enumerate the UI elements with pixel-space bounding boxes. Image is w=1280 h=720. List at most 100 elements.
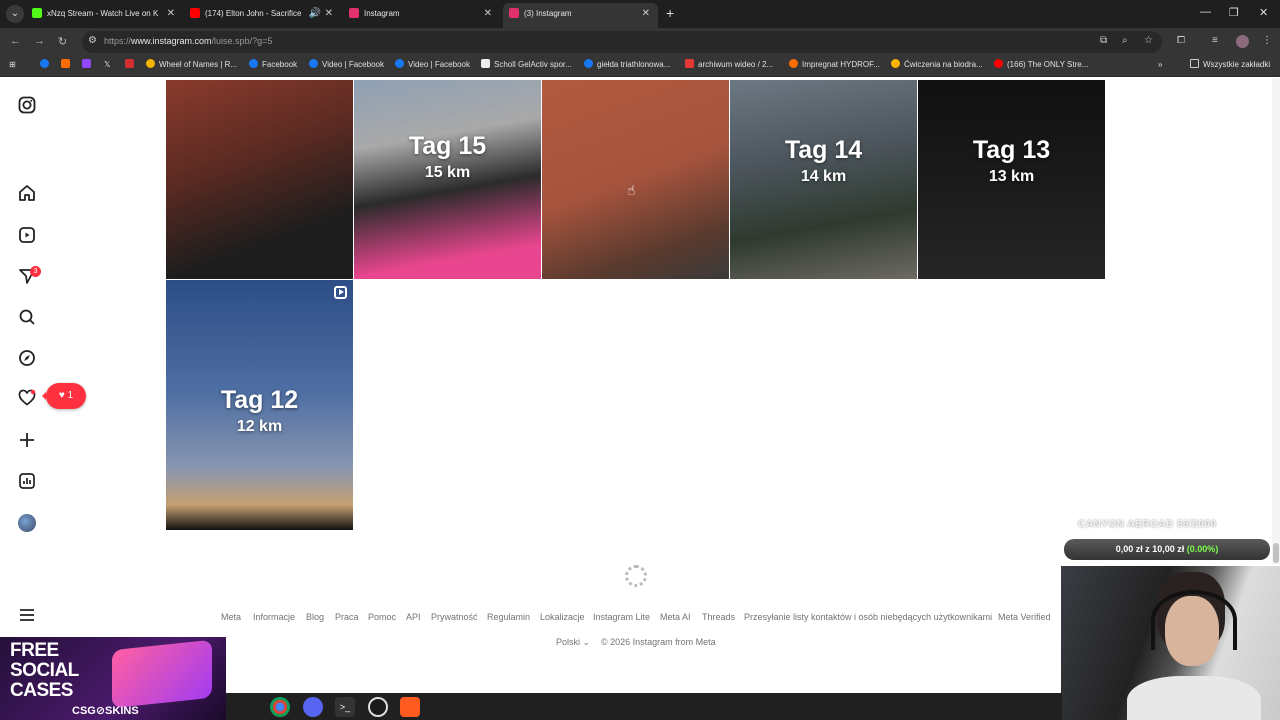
footer-link[interactable]: API: [406, 612, 421, 622]
taskbar: >_: [226, 693, 1062, 720]
obs-icon[interactable]: [368, 697, 388, 717]
footer-link[interactable]: Lokalizacje: [540, 612, 585, 622]
more-menu-icon[interactable]: [17, 606, 37, 626]
bookmark-impregnat[interactable]: Impregnat HYDROF...: [789, 59, 880, 69]
profile-avatar[interactable]: [18, 514, 36, 532]
bookmark-star-icon[interactable]: ☆: [1144, 35, 1153, 46]
bookmark-facebook[interactable]: Facebook: [249, 59, 297, 69]
language-select[interactable]: Polski ⌄: [556, 637, 590, 648]
media-control-icon[interactable]: ≡: [1212, 35, 1218, 46]
address-bar[interactable]: ⚙ https://www.instagram.com/luise.spb/?g…: [82, 31, 1162, 53]
close-icon[interactable]: ✕: [167, 3, 175, 25]
zoom-icon[interactable]: ⌕: [1122, 35, 1128, 46]
youtube-icon: [190, 8, 200, 18]
footer-link[interactable]: Blog: [306, 612, 324, 622]
kick-icon: [32, 8, 42, 18]
post-tile[interactable]: Tag 12 12 km: [166, 280, 353, 530]
footer-link[interactable]: Regulamin: [487, 612, 530, 622]
terminal-icon[interactable]: >_: [335, 697, 355, 717]
tab-title: (3) Instagram: [524, 9, 572, 18]
bookmark-scholl[interactable]: Scholl GelActiv spor...: [481, 59, 572, 69]
create-icon[interactable]: [17, 431, 37, 451]
close-icon[interactable]: ✕: [484, 3, 492, 25]
bookmark-red-icon[interactable]: [125, 59, 138, 69]
apps-icon[interactable]: ⊞: [9, 60, 16, 69]
bookmark-youtube[interactable]: (166) The ONLY Stre...: [994, 59, 1088, 69]
forward-icon[interactable]: →: [34, 35, 45, 47]
notification-count: 1: [67, 390, 74, 401]
tab-instagram[interactable]: Instagram ✕: [349, 3, 494, 25]
post-tile[interactable]: Tag 15 15 km: [354, 80, 541, 279]
bookmark-cwiczenia[interactable]: Ćwiczenia na biodra...: [891, 59, 983, 69]
reels-icon[interactable]: [17, 226, 37, 246]
post-tile[interactable]: [166, 80, 353, 279]
footer-link[interactable]: Threads: [702, 612, 735, 622]
bookmark-orange-icon[interactable]: [61, 59, 74, 69]
post-tile[interactable]: ☝: [542, 80, 729, 279]
discord-icon[interactable]: [303, 697, 323, 717]
speaker-icon[interactable]: 🔊: [309, 3, 321, 25]
post-tile[interactable]: Tag 14 14 km: [730, 80, 917, 279]
scrollbar-thumb[interactable]: [1273, 543, 1279, 563]
footer-link[interactable]: Informacje: [253, 612, 295, 622]
back-icon[interactable]: ←: [10, 35, 21, 47]
messages-badge: 3: [30, 266, 41, 277]
instagram-logo-icon[interactable]: [17, 96, 37, 116]
footer-link[interactable]: Prywatność: [431, 612, 478, 622]
tab-youtube[interactable]: (174) Elton John - Sacrifice 🔊 ✕: [190, 3, 335, 25]
page-scrollbar[interactable]: [1272, 78, 1280, 564]
instagram-sidebar: 3 ♥ 1: [0, 78, 86, 693]
footer-link[interactable]: Pomoc: [368, 612, 396, 622]
profile-avatar[interactable]: [1236, 35, 1249, 48]
restore-icon[interactable]: ❐: [1229, 6, 1239, 19]
post-subtitle: 13 km: [988, 168, 1035, 185]
headphones-icon: [1151, 590, 1237, 650]
search-icon[interactable]: [17, 308, 37, 328]
post-tile[interactable]: Tag 13 13 km: [918, 80, 1105, 279]
explore-icon[interactable]: [17, 349, 37, 369]
heart-icon: ♥: [58, 390, 65, 401]
bookmark-twitch-icon[interactable]: [82, 59, 95, 69]
home-icon[interactable]: [17, 184, 37, 204]
site-info-icon[interactable]: ⚙: [88, 35, 97, 46]
extensions-icon[interactable]: ⧠: [1177, 35, 1185, 46]
bookmark-video-facebook[interactable]: Video | Facebook: [395, 59, 470, 69]
promo-banner: FREE SOCIAL CASES CSG⊘SKINS: [0, 637, 226, 720]
notifications-heart-icon[interactable]: [17, 389, 37, 409]
close-icon[interactable]: ✕: [325, 3, 333, 25]
post-title: Tag 14: [784, 136, 863, 164]
bookmark-facebook-icon[interactable]: [40, 59, 53, 69]
bookmark-wheel-of-names[interactable]: Wheel of Names | R...: [146, 59, 237, 69]
tab-title: xNzq Stream - Watch Live on K: [47, 9, 159, 18]
footer-link[interactable]: Meta: [221, 612, 241, 622]
bookmark-archiwum[interactable]: archiwum wideo / 2...: [685, 59, 773, 69]
new-tab-button[interactable]: +: [666, 5, 674, 21]
footer-link[interactable]: Meta Verified: [998, 612, 1051, 622]
notification-popup[interactable]: ♥ 1: [42, 383, 86, 409]
dashboard-icon[interactable]: [17, 472, 37, 492]
more-bookmarks-icon[interactable]: »: [1158, 60, 1162, 69]
footer-link[interactable]: Praca: [335, 612, 359, 622]
instagram-icon: [349, 8, 359, 18]
tab-search-button[interactable]: ⌄: [6, 5, 24, 23]
install-app-icon[interactable]: ⧉: [1100, 35, 1107, 46]
post-subtitle: 14 km: [800, 168, 847, 185]
close-window-icon[interactable]: ✕: [1259, 6, 1268, 19]
streamer-webcam: [1061, 566, 1280, 720]
orange-app-icon[interactable]: [400, 697, 420, 717]
bookmark-x-icon[interactable]: 𝕏: [104, 60, 110, 69]
chrome-icon[interactable]: [270, 697, 290, 717]
all-bookmarks[interactable]: Wszystkie zakładki: [1190, 59, 1270, 69]
bookmarks-bar: ⊞ 𝕏 Wheel of Names | R... Facebook Video…: [0, 56, 1280, 77]
bookmark-gielda[interactable]: giełda triathlonowa...: [584, 59, 670, 69]
close-icon[interactable]: ✕: [642, 3, 650, 25]
minimize-icon[interactable]: —: [1200, 6, 1211, 18]
bookmark-video-facebook[interactable]: Video | Facebook: [309, 59, 384, 69]
footer-link[interactable]: Instagram Lite: [593, 612, 650, 622]
footer-link[interactable]: Meta AI: [660, 612, 691, 622]
tab-kick-stream[interactable]: xNzq Stream - Watch Live on K ✕: [32, 3, 177, 25]
menu-icon[interactable]: ⋮: [1262, 35, 1272, 46]
reload-icon[interactable]: ↻: [58, 35, 67, 48]
tab-instagram-active[interactable]: (3) Instagram ✕: [503, 3, 658, 28]
footer-link[interactable]: Przesyłanie listy kontaktów i osób niebę…: [744, 612, 992, 622]
